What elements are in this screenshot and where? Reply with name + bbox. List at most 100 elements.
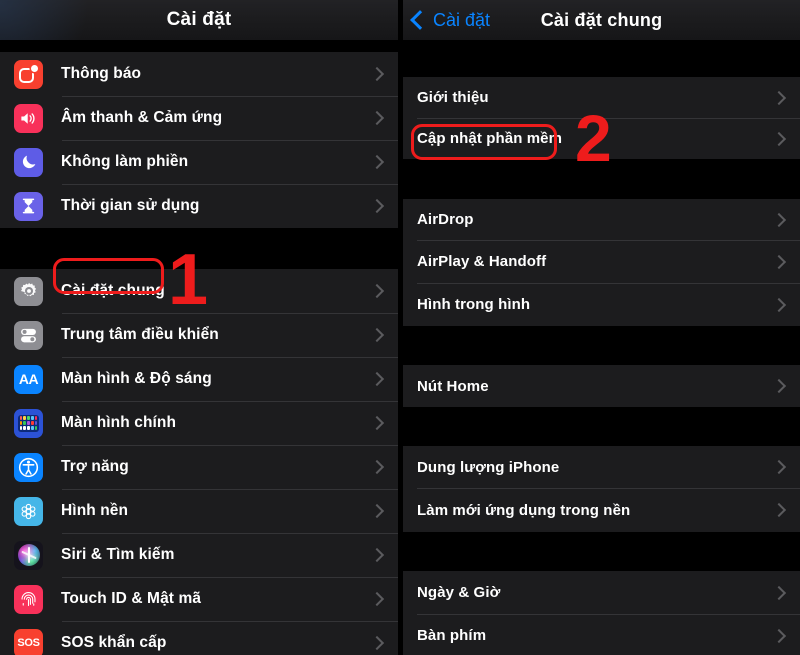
settings-row-display[interactable]: AA Màn hình & Độ sáng [0,357,398,401]
touch-id-icon [14,584,43,614]
navbar-glow [0,0,120,40]
settings-pane: Cài đặt Thông báo Âm thanh & Cảm ứng Khô… [0,0,398,655]
settings-row-emergency-sos[interactable]: SOS SOS khẩn cấp [0,621,398,655]
chevron-right-icon [771,90,787,105]
home-screen-icon [14,408,43,438]
wallpaper-icon [14,496,43,526]
row-label: Màn hình & Độ sáng [61,370,212,387]
back-button[interactable]: Cài đặt [410,0,491,40]
row-label: Trung tâm điều khiển [61,326,219,343]
chevron-right-icon [771,378,787,394]
general-row-about[interactable]: Giới thiệu [403,77,800,118]
settings-row-wallpaper[interactable]: Hình nền [0,489,398,533]
chevron-right-icon [369,635,385,651]
screen-time-icon [14,191,43,221]
display-brightness-icon: AA [14,364,43,394]
general-row-airplay-handoff[interactable]: AirPlay & Handoff [403,240,800,283]
settings-group-2: Cài đặt chung Trung tâm điều khiển AA Mà… [0,269,398,655]
chevron-right-icon [771,628,787,643]
settings-row-home-screen[interactable]: Màn hình chính [0,401,398,445]
settings-row-notifications[interactable]: Thông báo [0,52,398,96]
list-spacer [0,228,398,269]
chevron-left-icon [410,9,430,30]
right-navbar: Cài đặt Cài đặt chung [403,0,800,41]
settings-row-do-not-disturb[interactable]: Không làm phiền [0,140,398,184]
left-navbar: Cài đặt [0,0,398,41]
row-label: Nút Home [417,377,489,395]
row-label: Hình trong hình [417,296,531,313]
general-settings-list[interactable]: Giới thiệu Cập nhật phần mềm AirDrop Air… [403,41,800,655]
general-group-5: Ngày & Giờ Bàn phím [403,571,800,655]
page-title: Cài đặt [166,9,232,30]
chevron-right-icon [369,371,385,387]
chevron-right-icon [771,131,787,146]
back-button-label: Cài đặt [433,9,491,30]
settings-group-1: Thông báo Âm thanh & Cảm ứng Không làm p… [0,52,398,228]
control-center-icon [14,320,43,350]
general-row-airdrop[interactable]: AirDrop [403,199,800,240]
settings-row-accessibility[interactable]: Trợ năng [0,445,398,489]
general-row-software-update[interactable]: Cập nhật phần mềm [403,118,800,159]
row-label: Thời gian sử dụng [61,197,200,214]
settings-row-sounds[interactable]: Âm thanh & Cảm ứng [0,96,398,140]
row-label: Trợ năng [61,458,129,475]
row-label: AirDrop [417,211,474,228]
general-gear-icon [14,276,43,306]
settings-row-siri[interactable]: Siri & Tìm kiếm [0,533,398,577]
general-group-3: Nút Home [403,365,800,407]
settings-row-control-center[interactable]: Trung tâm điều khiển [0,313,398,357]
chevron-right-icon [369,110,385,126]
settings-row-screen-time[interactable]: Thời gian sử dụng [0,184,398,228]
chevron-right-icon [369,459,385,475]
chevron-right-icon [369,547,385,563]
general-row-keyboard[interactable]: Bàn phím [403,614,800,655]
siri-search-icon [14,540,43,570]
row-label: Thông báo [61,65,142,82]
row-label: Không làm phiền [61,153,189,170]
emergency-sos-icon: SOS [14,628,43,655]
row-label: Âm thanh & Cảm ứng [61,109,223,126]
settings-list[interactable]: Thông báo Âm thanh & Cảm ứng Không làm p… [0,41,398,655]
accessibility-icon [14,452,43,482]
row-label: Giới thiệu [417,89,489,106]
row-label: Dung lượng iPhone [417,458,560,476]
settings-row-general[interactable]: Cài đặt chung [0,269,398,313]
general-row-background-app-refresh[interactable]: Làm mới ứng dụng trong nền [403,488,800,532]
chevron-right-icon [771,254,787,269]
chevron-right-icon [369,283,385,299]
general-group-2: AirDrop AirPlay & Handoff Hình trong hìn… [403,199,800,326]
row-label: Ngày & Giờ [417,584,501,601]
row-label: Cập nhật phần mềm [417,130,563,147]
chevron-right-icon [771,297,787,312]
chevron-right-icon [771,459,787,475]
notifications-icon [14,59,43,89]
chevron-right-icon [369,591,385,607]
list-spacer [403,159,800,199]
row-label: Siri & Tìm kiếm [61,546,175,563]
general-row-home-button[interactable]: Nút Home [403,365,800,407]
chevron-right-icon [771,212,787,227]
row-label: Làm mới ứng dụng trong nền [417,501,631,519]
row-label: Bàn phím [417,627,487,644]
do-not-disturb-icon [14,147,43,177]
chevron-right-icon [369,503,385,519]
chevron-right-icon [771,585,787,600]
chevron-right-icon [369,66,385,82]
general-row-picture-in-picture[interactable]: Hình trong hình [403,283,800,326]
general-row-date-time[interactable]: Ngày & Giờ [403,571,800,614]
chevron-right-icon [369,154,385,170]
sound-haptics-icon [14,103,43,133]
list-spacer [0,41,398,52]
tutorial-screenshot: Cài đặt Thông báo Âm thanh & Cảm ứng Khô… [0,0,800,655]
list-spacer [403,41,800,77]
row-label: Touch ID & Mật mã [61,590,202,607]
chevron-right-icon [369,198,385,214]
row-label: Màn hình chính [61,414,177,431]
general-row-iphone-storage[interactable]: Dung lượng iPhone [403,446,800,488]
settings-row-touch-id[interactable]: Touch ID & Mật mã [0,577,398,621]
list-spacer [403,532,800,571]
row-label: Hình nền [61,502,129,519]
chevron-right-icon [771,502,787,518]
page-title: Cài đặt chung [540,9,663,30]
row-label: Cài đặt chung [61,282,165,299]
